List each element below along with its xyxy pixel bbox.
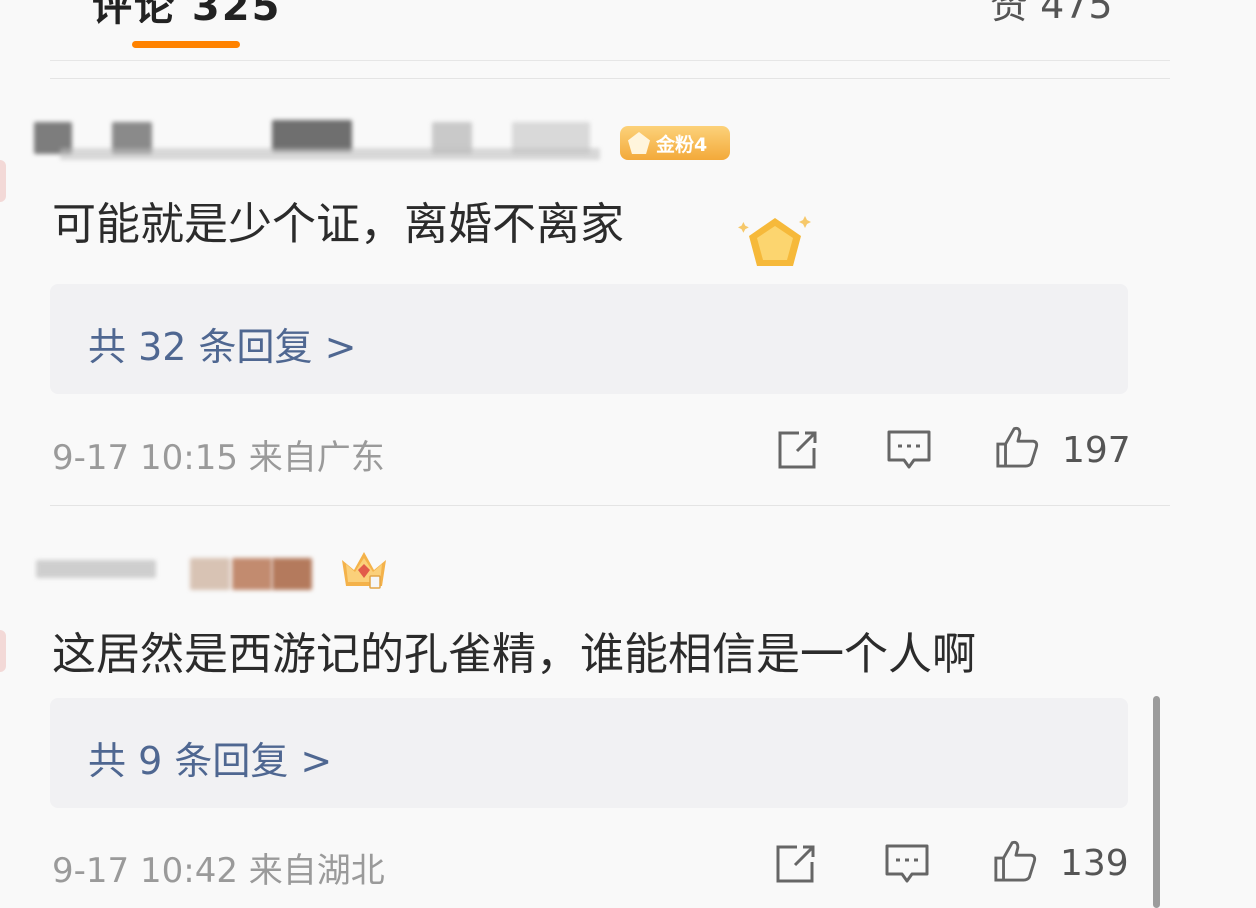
gold-fan-badge-icon (628, 132, 650, 154)
list-divider (50, 78, 1170, 79)
header-divider (50, 60, 1170, 61)
comment-icon[interactable] (884, 842, 930, 886)
reply-count: 共 9 条回复 > (88, 739, 333, 783)
scrollbar[interactable] (1153, 696, 1160, 908)
like-count: 139 (1060, 843, 1129, 884)
like-icon[interactable] (994, 424, 1040, 468)
share-icon[interactable] (775, 428, 821, 472)
comment-tabs: 评论 325 赞 475 (0, 0, 1256, 60)
gold-fan-badge-icon (738, 216, 811, 266)
active-tab-indicator (132, 41, 240, 48)
tab-likes[interactable]: 赞 475 (990, 0, 1113, 29)
comment-meta: 9-17 10:42 来自湖北 (52, 851, 385, 891)
replies-link[interactable]: 共 9 条回复 > (50, 698, 1128, 808)
avatar[interactable] (0, 630, 6, 672)
comment-divider (50, 505, 1170, 506)
reply-count: 共 32 条回复 > (88, 325, 357, 369)
replies-link[interactable]: 共 32 条回复 > (50, 284, 1128, 394)
like-icon[interactable] (992, 838, 1038, 882)
gold-fan-badge[interactable]: 金粉4 (620, 126, 730, 160)
comment-icon[interactable] (886, 428, 932, 472)
share-icon[interactable] (773, 842, 819, 886)
tab-comments[interactable]: 评论 325 (92, 0, 281, 32)
comment-text: 这居然是西游记的孔雀精，谁能相信是一个人啊 (52, 629, 976, 680)
avatar[interactable] (0, 160, 6, 202)
comment-text: 可能就是少个证，离婚不离家 (52, 199, 624, 250)
comment-meta: 9-17 10:15 来自广东 (52, 438, 385, 478)
crown-icon[interactable] (340, 548, 388, 592)
badge-label: 金粉4 (656, 133, 708, 156)
like-count: 197 (1062, 430, 1131, 471)
